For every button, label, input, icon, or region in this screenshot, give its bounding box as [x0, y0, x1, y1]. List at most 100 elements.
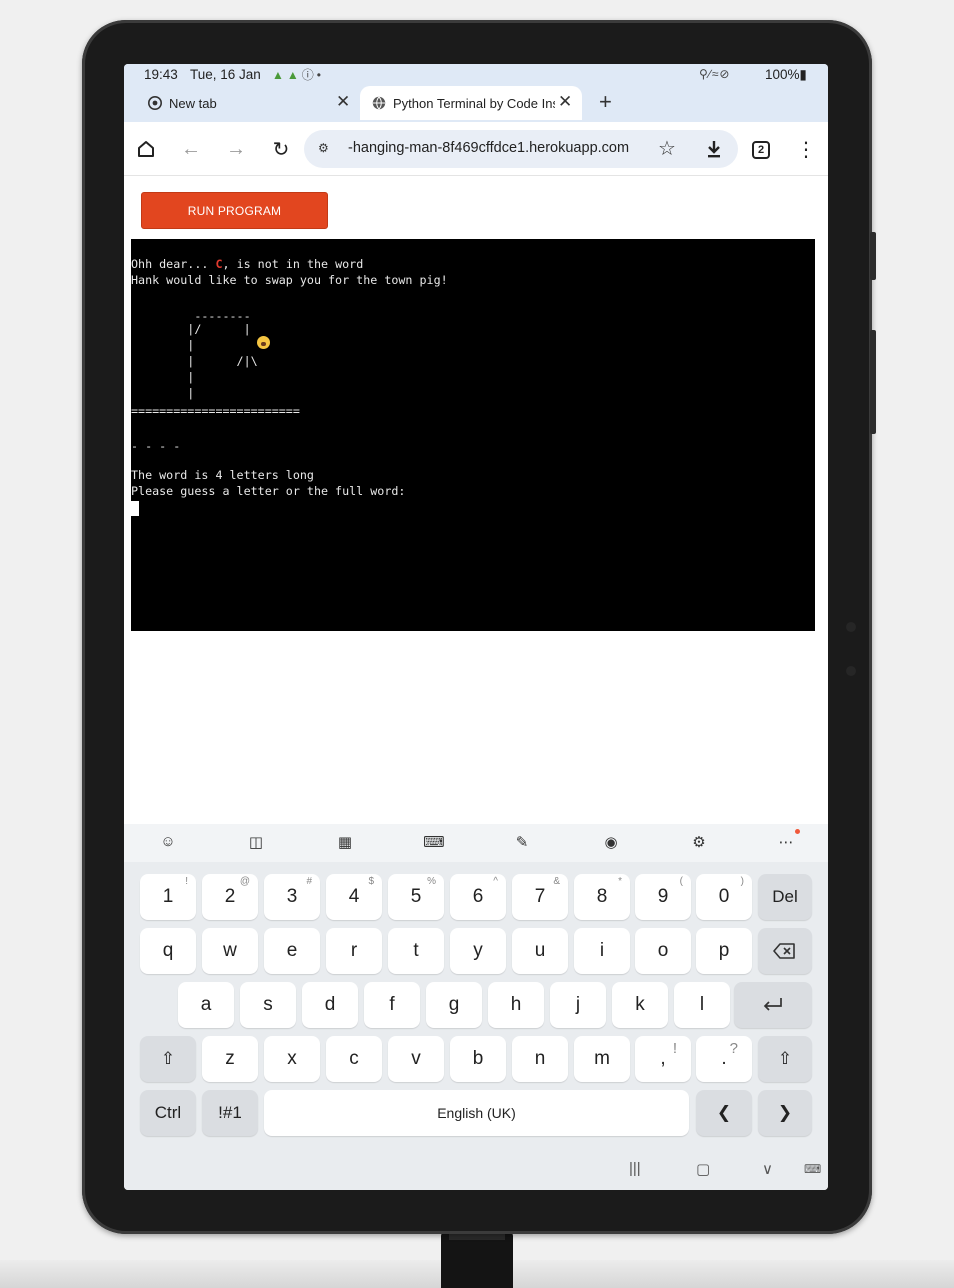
- key-g[interactable]: g: [426, 982, 482, 1028]
- system-icons: ⚲∕≈⊘: [699, 67, 730, 81]
- space-bar[interactable]: English (UK): [264, 1090, 689, 1136]
- backspace-key[interactable]: [758, 928, 812, 974]
- gallows-line: |: [131, 370, 195, 384]
- keyboard-switch-icon[interactable]: ⌨: [804, 1162, 821, 1176]
- gallows-line: --------: [131, 309, 251, 323]
- key-label: 1: [162, 886, 174, 907]
- key-period[interactable]: .?: [696, 1036, 752, 1082]
- ctrl-key[interactable]: Ctrl: [140, 1090, 196, 1136]
- bookmark-star-icon[interactable]: ☆: [658, 136, 676, 161]
- close-tab-icon[interactable]: ✕: [558, 92, 572, 112]
- key-label: 4: [348, 886, 360, 907]
- key-1[interactable]: 1!: [140, 874, 196, 920]
- key-y[interactable]: y: [450, 928, 506, 974]
- key-z[interactable]: z: [202, 1036, 258, 1082]
- key-t[interactable]: t: [388, 928, 444, 974]
- home-icon[interactable]: [133, 136, 159, 162]
- run-program-button[interactable]: RUN PROGRAM: [141, 192, 328, 229]
- notification-icons: ▲▲ⓘ•: [272, 66, 324, 83]
- key-b[interactable]: b: [450, 1036, 506, 1082]
- key-2[interactable]: 2 @: [202, 874, 258, 920]
- forward-icon[interactable]: →: [223, 136, 249, 162]
- recent-apps-icon[interactable]: |||: [629, 1160, 641, 1177]
- more-icon[interactable]: ⋯: [775, 833, 797, 851]
- key-hint: %: [427, 876, 436, 887]
- key-a[interactable]: a: [178, 982, 234, 1028]
- key-v[interactable]: v: [388, 1036, 444, 1082]
- key-3[interactable]: 3 #: [264, 874, 320, 920]
- key-u[interactable]: u: [512, 928, 568, 974]
- key-hint: ): [740, 876, 744, 887]
- message-prefix: Ohh dear...: [131, 257, 216, 271]
- word-blanks: - - - -: [131, 439, 181, 453]
- tab-new-tab[interactable]: New tab ✕: [134, 86, 359, 120]
- python-terminal[interactable]: Ohh dear... C, is not in the word Hank w…: [131, 239, 815, 631]
- key-j[interactable]: j: [550, 982, 606, 1028]
- power-button: [870, 330, 876, 434]
- key-p[interactable]: p: [696, 928, 752, 974]
- microphone-icon[interactable]: ◉: [600, 833, 622, 851]
- shift-key-right[interactable]: ⇧: [758, 1036, 812, 1082]
- keyboard-mode-icon[interactable]: ⌨: [423, 833, 445, 851]
- key-d[interactable]: d: [302, 982, 358, 1028]
- enter-key[interactable]: [734, 982, 812, 1028]
- key-o[interactable]: o: [635, 928, 691, 974]
- reload-icon[interactable]: ↻: [268, 136, 294, 162]
- new-tab-button[interactable]: +: [599, 89, 612, 115]
- key-l[interactable]: l: [674, 982, 730, 1028]
- key-k[interactable]: k: [612, 982, 668, 1028]
- gallows-line: |/ |: [131, 322, 251, 336]
- settings-icon[interactable]: ⚙: [688, 833, 710, 851]
- hide-keyboard-icon[interactable]: ∨: [762, 1160, 773, 1178]
- home-nav-icon[interactable]: ▢: [696, 1160, 710, 1178]
- back-icon[interactable]: ←: [178, 136, 204, 162]
- key-i[interactable]: i: [574, 928, 630, 974]
- handwriting-icon[interactable]: ✎: [511, 833, 533, 851]
- tab-python-terminal[interactable]: Python Terminal by Code Ins ✕: [360, 86, 582, 120]
- key-7[interactable]: 7 &: [512, 874, 568, 920]
- key-n[interactable]: n: [512, 1036, 568, 1082]
- tab-label: Python Terminal by Code Ins: [393, 95, 555, 111]
- key-r[interactable]: r: [326, 928, 382, 974]
- one-handed-icon[interactable]: ▦: [334, 833, 356, 851]
- key-4[interactable]: 4 $: [326, 874, 382, 920]
- key-9[interactable]: 9(: [635, 874, 691, 920]
- status-bar: 19:43 Tue, 16 Jan ▲▲ⓘ• ⚲∕≈⊘ 100%▮: [124, 64, 828, 86]
- menu-icon[interactable]: ⋮: [793, 136, 819, 162]
- shift-key-left[interactable]: ⇧: [140, 1036, 196, 1082]
- tab-switcher-button[interactable]: 2: [752, 141, 770, 159]
- symbols-key[interactable]: !#1: [202, 1090, 258, 1136]
- clipboard-icon[interactable]: ◫: [245, 833, 267, 851]
- key-label: 7: [534, 886, 546, 907]
- key-f[interactable]: f: [364, 982, 420, 1028]
- cursor-right-key[interactable]: ❯: [758, 1090, 812, 1136]
- key-w[interactable]: w: [202, 928, 258, 974]
- site-settings-icon[interactable]: ⚙: [318, 141, 329, 155]
- download-icon[interactable]: [701, 136, 727, 162]
- key-del[interactable]: Del: [758, 874, 812, 920]
- keyboard-toolbar: ☺ ◫ ▦ ⌨ ✎ ◉ ⚙ ⋯: [124, 824, 828, 862]
- key-comma[interactable]: ,!: [635, 1036, 691, 1082]
- tab-strip: New tab ✕ Python Terminal by Code Ins ✕ …: [124, 86, 828, 122]
- key-q[interactable]: q: [140, 928, 196, 974]
- globe-icon: [372, 96, 386, 110]
- key-s[interactable]: s: [240, 982, 296, 1028]
- key-e[interactable]: e: [264, 928, 320, 974]
- message-suffix: , is not in the word: [222, 257, 364, 271]
- key-hint: *: [618, 876, 622, 887]
- cursor-left-key[interactable]: ❮: [696, 1090, 752, 1136]
- chevron-right-icon: ❯: [777, 1103, 793, 1122]
- key-m[interactable]: m: [574, 1036, 630, 1082]
- close-tab-icon[interactable]: ✕: [336, 92, 350, 112]
- key-5[interactable]: 5%: [388, 874, 444, 920]
- address-bar[interactable]: ⚙ -hanging-man-8f469cffdce1.herokuapp.co…: [304, 130, 738, 168]
- key-x[interactable]: x: [264, 1036, 320, 1082]
- key-8[interactable]: 8 *: [574, 874, 630, 920]
- key-c[interactable]: c: [326, 1036, 382, 1082]
- key-0[interactable]: 0): [696, 874, 752, 920]
- status-date: Tue, 16 Jan: [190, 67, 261, 82]
- key-h[interactable]: h: [488, 982, 544, 1028]
- key-label: 9: [657, 886, 669, 907]
- key-6[interactable]: 6 ^: [450, 874, 506, 920]
- emoji-icon[interactable]: ☺: [157, 833, 179, 850]
